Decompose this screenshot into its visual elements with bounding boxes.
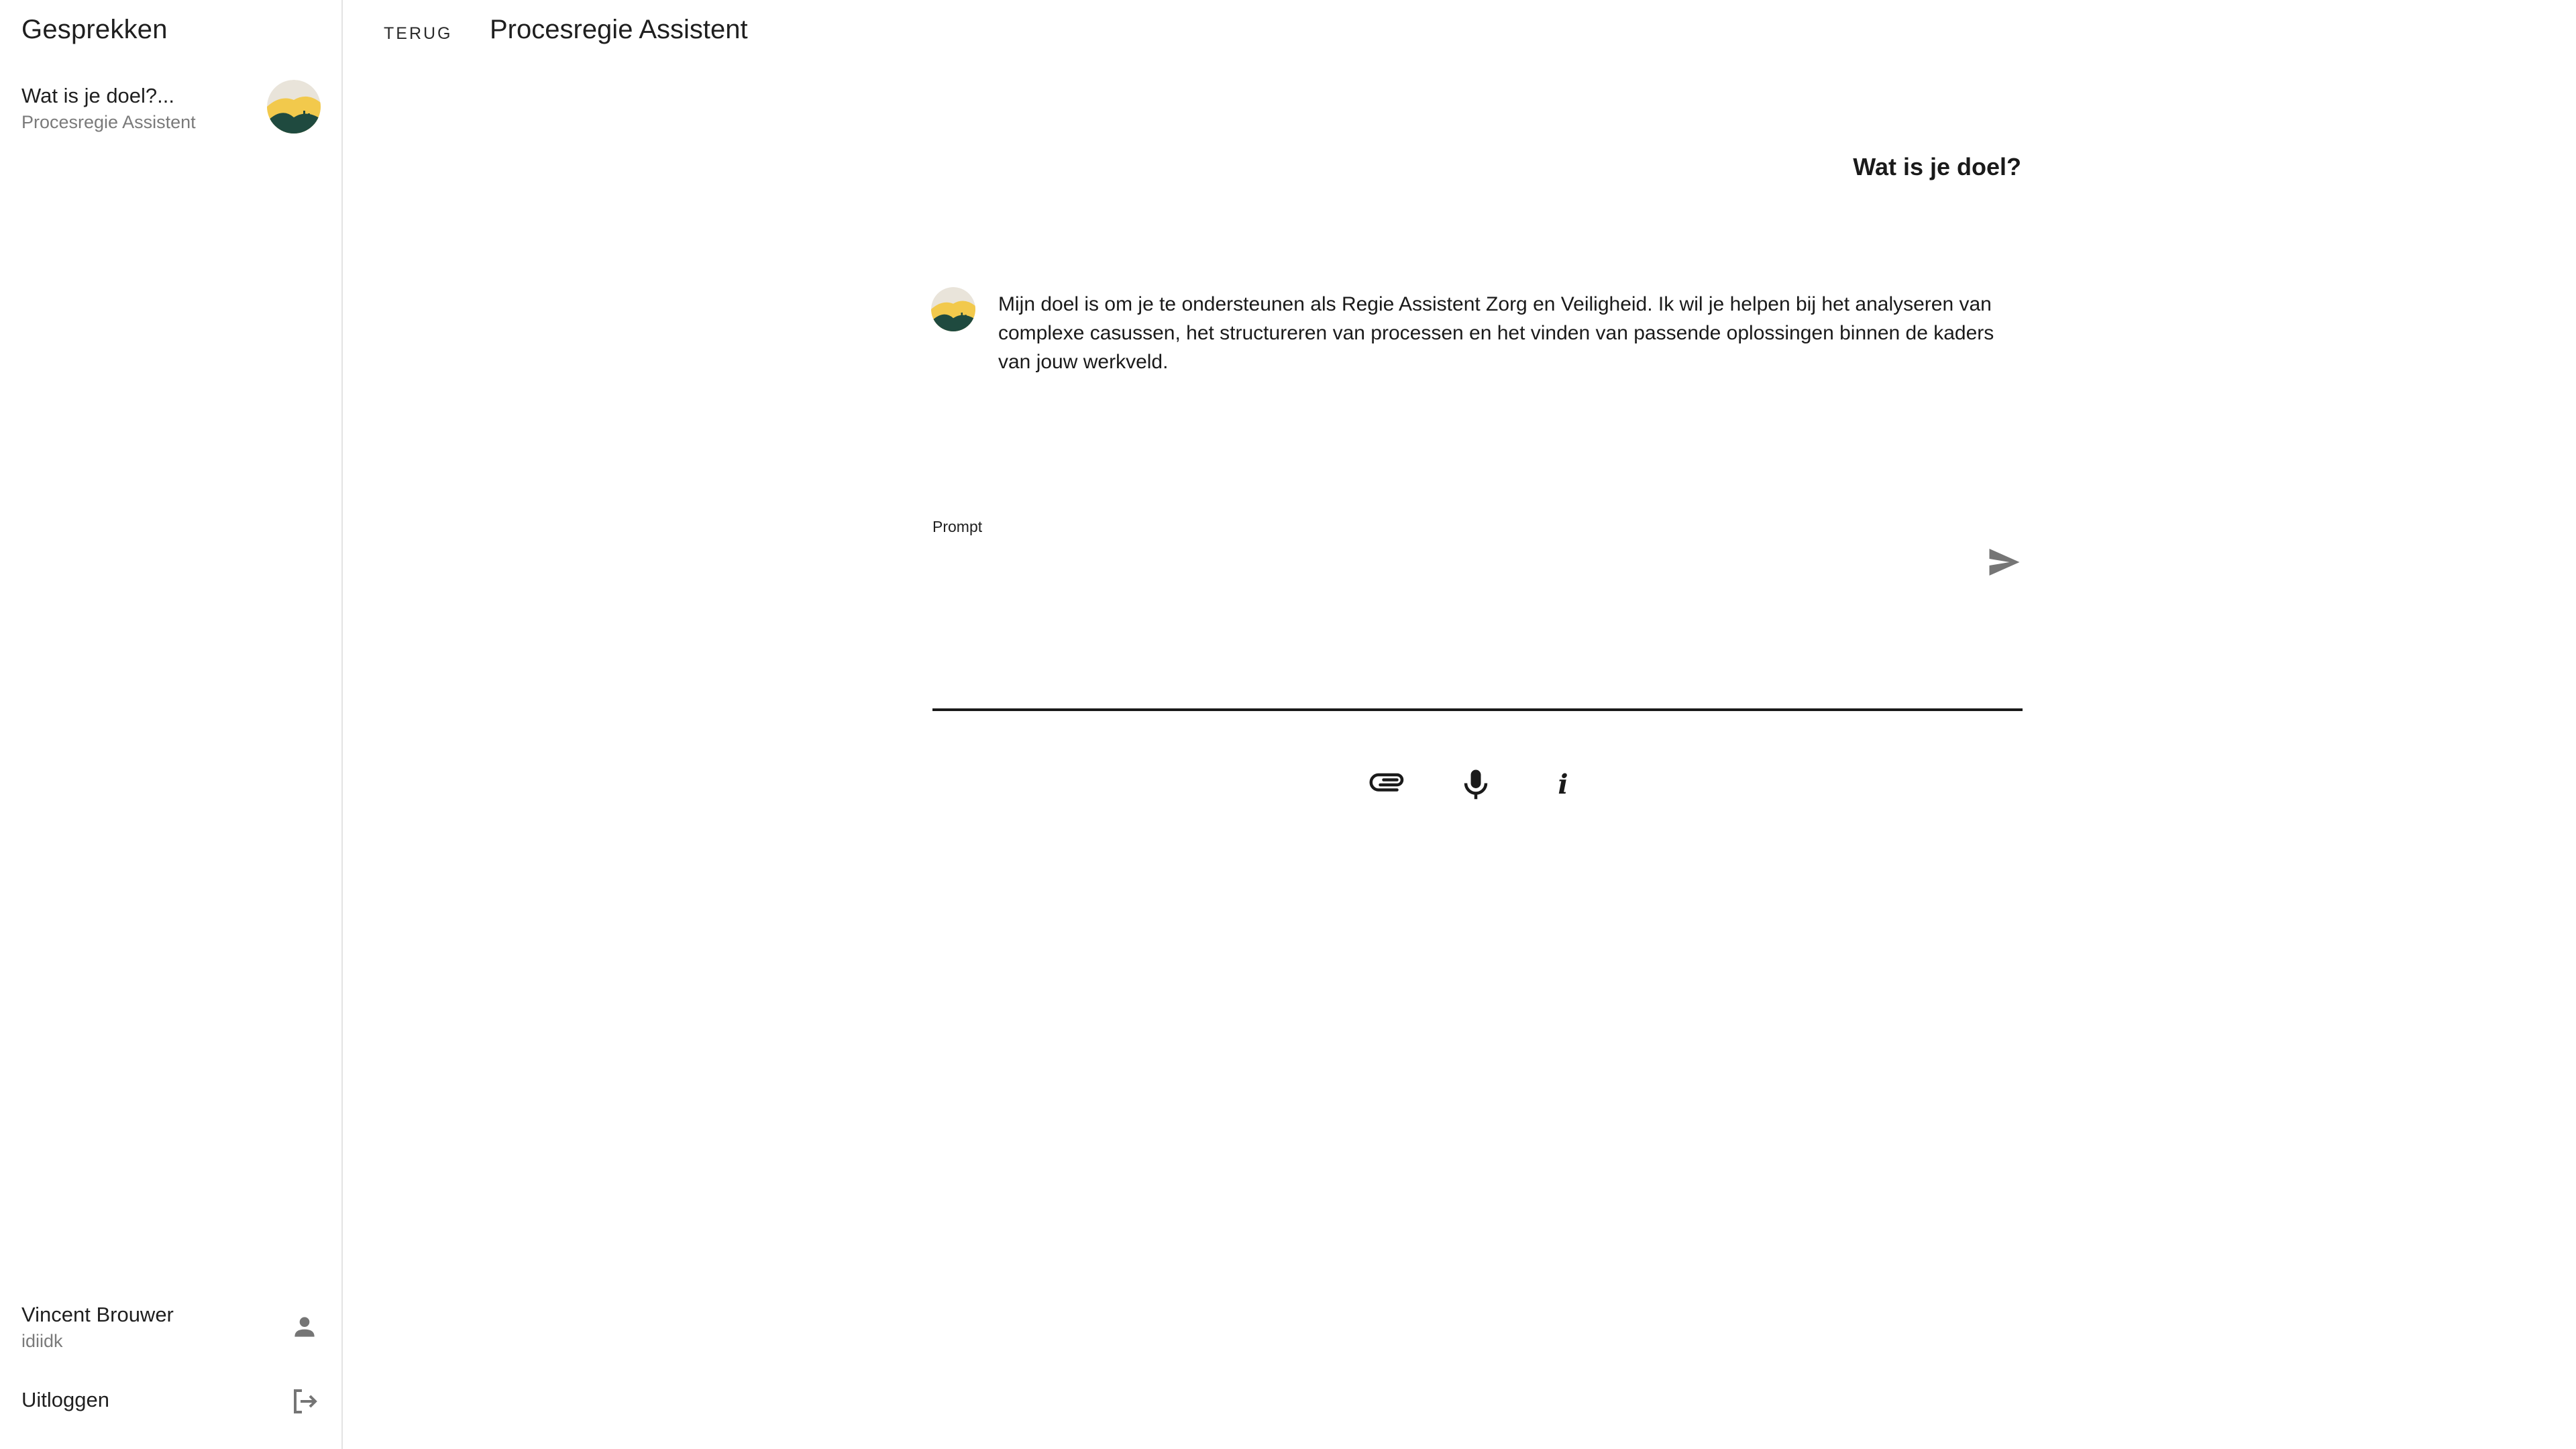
info-icon: i: [1558, 769, 1568, 800]
app-root: Gesprekken Wat is je doel?... Procesregi…: [0, 0, 2576, 1449]
paperclip-icon: [1369, 773, 1404, 792]
prompt-tools: i: [1368, 765, 1583, 805]
page-title: Procesregie Assistent: [490, 15, 748, 44]
user-handle: idiidk: [21, 1331, 63, 1351]
attach-button[interactable]: [1368, 765, 1409, 805]
prompt-field: Prompt: [932, 510, 2023, 711]
current-user: Vincent Brouwer idiidk: [0, 1295, 341, 1368]
microphone-button[interactable]: [1456, 765, 1496, 805]
logout-label: Uitloggen: [21, 1388, 109, 1411]
sidebar-title: Gesprekken: [21, 15, 168, 44]
microphone-icon: [1464, 769, 1488, 800]
logout-button[interactable]: Uitloggen: [0, 1379, 341, 1426]
send-icon: [1989, 549, 2020, 576]
conversation-title: Wat is je doel?...: [21, 84, 175, 107]
sidebar: Gesprekken Wat is je doel?... Procesregi…: [0, 0, 343, 1449]
assistant-message-text: Mijn doel is om je te ondersteunen als R…: [998, 293, 1994, 373]
user-name: Vincent Brouwer: [21, 1303, 174, 1326]
conversation-item[interactable]: Wat is je doel?... Procesregie Assistent: [0, 70, 341, 144]
back-button[interactable]: TERUG: [376, 20, 461, 48]
prompt-label: Prompt: [932, 518, 983, 535]
conversation-subtitle: Procesregie Assistent: [21, 112, 196, 132]
person-icon[interactable]: [290, 1312, 319, 1342]
prompt-input[interactable]: [932, 550, 1952, 698]
info-button[interactable]: i: [1543, 765, 1583, 805]
assistant-avatar-icon: [931, 287, 975, 331]
send-button[interactable]: [1984, 542, 2025, 582]
assistant-avatar-icon: [267, 80, 321, 133]
user-message: Wat is je doel?: [1853, 153, 2021, 180]
logout-icon: [288, 1385, 321, 1417]
